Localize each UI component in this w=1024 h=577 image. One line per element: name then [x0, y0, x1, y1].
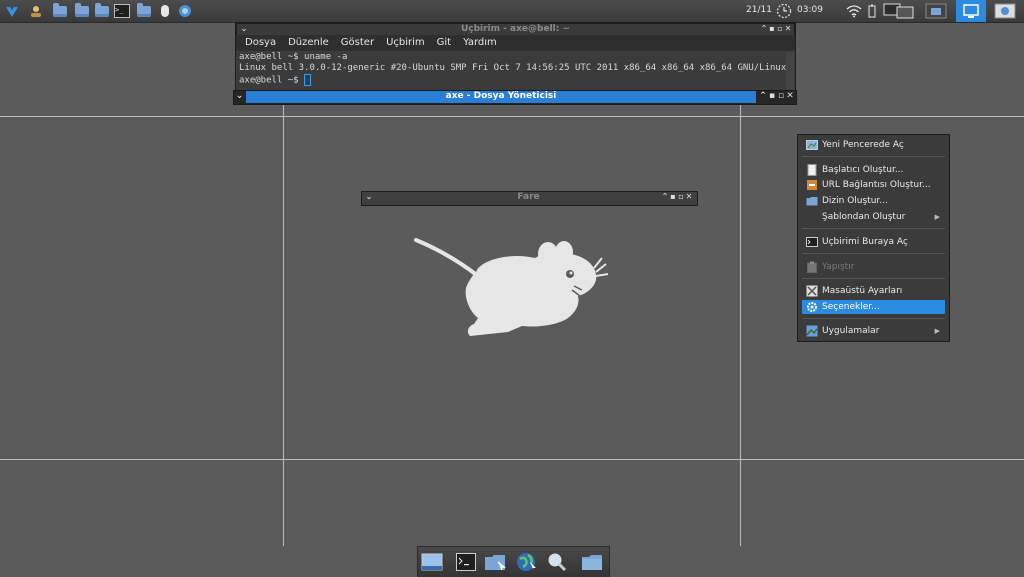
menu-duzenle[interactable]: Düzenle — [282, 35, 335, 51]
menu-git[interactable]: Git — [431, 35, 457, 51]
submenu-arrow-icon: ▶ — [934, 327, 940, 335]
menu-separator — [802, 253, 945, 254]
submenu-arrow-icon: ▶ — [934, 213, 940, 221]
menu-separator — [802, 156, 945, 157]
menu-item-paste: Yapıştır — [802, 260, 945, 274]
folder-icon[interactable] — [74, 2, 90, 19]
window-menu-icon[interactable]: ⌄ — [240, 25, 248, 33]
close-icon[interactable]: ✕ — [685, 193, 693, 201]
close-icon[interactable]: ✕ — [786, 91, 794, 103]
terminal-icon[interactable]: >_ — [114, 3, 130, 19]
terminal-line: axe@bell ~$ — [239, 75, 305, 86]
terminal-output[interactable]: axe@bell ~$ uname -a Linux bell 3.0.0-12… — [237, 52, 786, 91]
close-icon[interactable]: ✕ — [784, 25, 792, 33]
folder-icon[interactable] — [581, 552, 603, 572]
desktop-context-menu: Yeni Pencerede Aç Başlatıcı Oluştur... U… — [797, 134, 950, 342]
user-icon[interactable] — [28, 3, 44, 19]
shade-icon[interactable]: ⌃ — [661, 193, 669, 201]
desktop-grid-line — [0, 459, 1024, 460]
xfce-menu-icon[interactable] — [4, 3, 20, 19]
menu-goster[interactable]: Göster — [335, 35, 380, 51]
date-label: 21/11 — [746, 5, 772, 15]
menu-separator — [802, 278, 945, 279]
wifi-icon[interactable] — [846, 3, 862, 19]
menu-item-preferences[interactable]: Seçenekler... — [802, 300, 945, 314]
menu-item-create-folder[interactable]: Dizin Oluştur... — [802, 194, 945, 208]
window-switcher-icon[interactable] — [882, 3, 916, 19]
home-folder-icon[interactable] — [94, 2, 110, 19]
new-window-icon — [806, 140, 818, 150]
mouse-window-title: Fare — [517, 192, 540, 202]
menu-item-applications[interactable]: Uygulamalar ▶ — [802, 324, 945, 338]
maximize-icon[interactable]: ▫ — [677, 193, 685, 201]
terminal-icon — [806, 237, 818, 247]
terminal-scrollbar[interactable] — [786, 52, 794, 91]
menu-item-open-new-window[interactable]: Yeni Pencerede Aç — [802, 138, 945, 152]
mouse-icon[interactable] — [157, 3, 173, 19]
workspace-1-icon[interactable] — [956, 0, 986, 22]
terminal-line: Linux bell 3.0.0-12-generic #20-Ubuntu S… — [239, 63, 787, 73]
maximize-icon[interactable]: ▫ — [776, 25, 784, 33]
menu-item-desktop-settings[interactable]: Masaüstü Ayarları — [802, 284, 945, 298]
xfce-mouse-logo — [414, 238, 609, 336]
menu-ucbirim[interactable]: Uçbirim — [380, 35, 431, 51]
menu-separator — [802, 318, 945, 319]
terminal-icon[interactable] — [455, 552, 477, 572]
battery-icon[interactable] — [864, 3, 880, 19]
terminal-title: Uçbirim - axe@bell: ~ — [460, 24, 571, 34]
file-manager-title: axe - Dosya Yöneticisi — [445, 91, 557, 101]
window-menu-icon[interactable]: ⌄ — [235, 91, 244, 103]
paste-icon — [807, 261, 817, 273]
file-manager-window[interactable]: axe - Dosya Yöneticisi ⌄ ⌃ ▪ ▫ ✕ — [233, 90, 797, 105]
minimize-icon[interactable]: ▪ — [669, 193, 677, 201]
bottom-dock — [417, 546, 610, 577]
mouse-window[interactable]: ⌄ Fare ⌃ ▪ ▫ ✕ — [361, 191, 698, 206]
terminal-menubar: Dosya Düzenle Göster Uçbirim Git Yardım — [236, 35, 795, 51]
gear-icon — [807, 302, 817, 312]
terminal-window[interactable]: ⌄ Uçbirim - axe@bell: ~ ⌃ ▪ ▫ ✕ Dosya Dü… — [235, 22, 796, 93]
folder-icon[interactable] — [52, 2, 68, 19]
search-icon[interactable] — [546, 552, 568, 572]
minimize-icon[interactable]: ▪ — [768, 25, 776, 33]
browser-icon[interactable] — [177, 3, 193, 19]
maximize-icon[interactable]: ▫ — [777, 91, 785, 103]
desktop-grid-line — [740, 103, 741, 546]
menu-dosya[interactable]: Dosya — [236, 35, 282, 51]
minimize-icon[interactable]: ▪ — [768, 91, 776, 103]
terminal-line: axe@bell ~$ uname -a — [239, 52, 348, 62]
workspace-2-icon[interactable] — [990, 3, 1020, 19]
menu-yardim[interactable]: Yardım — [457, 35, 503, 51]
show-desktop-icon[interactable] — [420, 552, 444, 572]
desktop-settings-icon — [806, 285, 818, 297]
shade-icon[interactable]: ⌃ — [759, 91, 767, 103]
taskbar-window-icon[interactable] — [924, 3, 948, 19]
web-browser-icon[interactable] — [516, 552, 538, 572]
desktop-grid-line — [283, 103, 284, 546]
menu-item-create-from-template[interactable]: Şablondan Oluştur ▶ — [802, 210, 945, 224]
file-manager-titlebar[interactable]: axe - Dosya Yöneticisi — [246, 91, 756, 103]
shade-icon[interactable]: ⌃ — [760, 25, 768, 33]
clock-icon[interactable] — [776, 3, 792, 19]
mouse-window-titlebar[interactable]: ⌄ Fare ⌃ ▪ ▫ ✕ — [362, 192, 695, 204]
file-manager-icon[interactable] — [484, 552, 506, 572]
top-panel: >_ 21/11 03:09 — [0, 0, 1024, 23]
url-link-icon — [807, 180, 817, 190]
desktop-grid-line — [0, 116, 1024, 117]
folder-icon — [806, 197, 818, 206]
applications-icon — [806, 325, 818, 337]
menu-separator — [802, 228, 945, 229]
clock-time[interactable]: 03:09 — [797, 5, 823, 15]
text-cursor — [304, 74, 312, 86]
menu-item-create-url-link[interactable]: URL Bağlantısı Oluştur... — [802, 178, 945, 192]
launcher-icon — [807, 164, 817, 176]
menu-item-create-launcher[interactable]: Başlatıcı Oluştur... — [802, 163, 945, 177]
menu-item-open-terminal-here[interactable]: Uçbirimi Buraya Aç — [802, 235, 945, 249]
home-folder-icon[interactable] — [136, 2, 152, 19]
window-menu-icon[interactable]: ⌄ — [365, 193, 373, 201]
